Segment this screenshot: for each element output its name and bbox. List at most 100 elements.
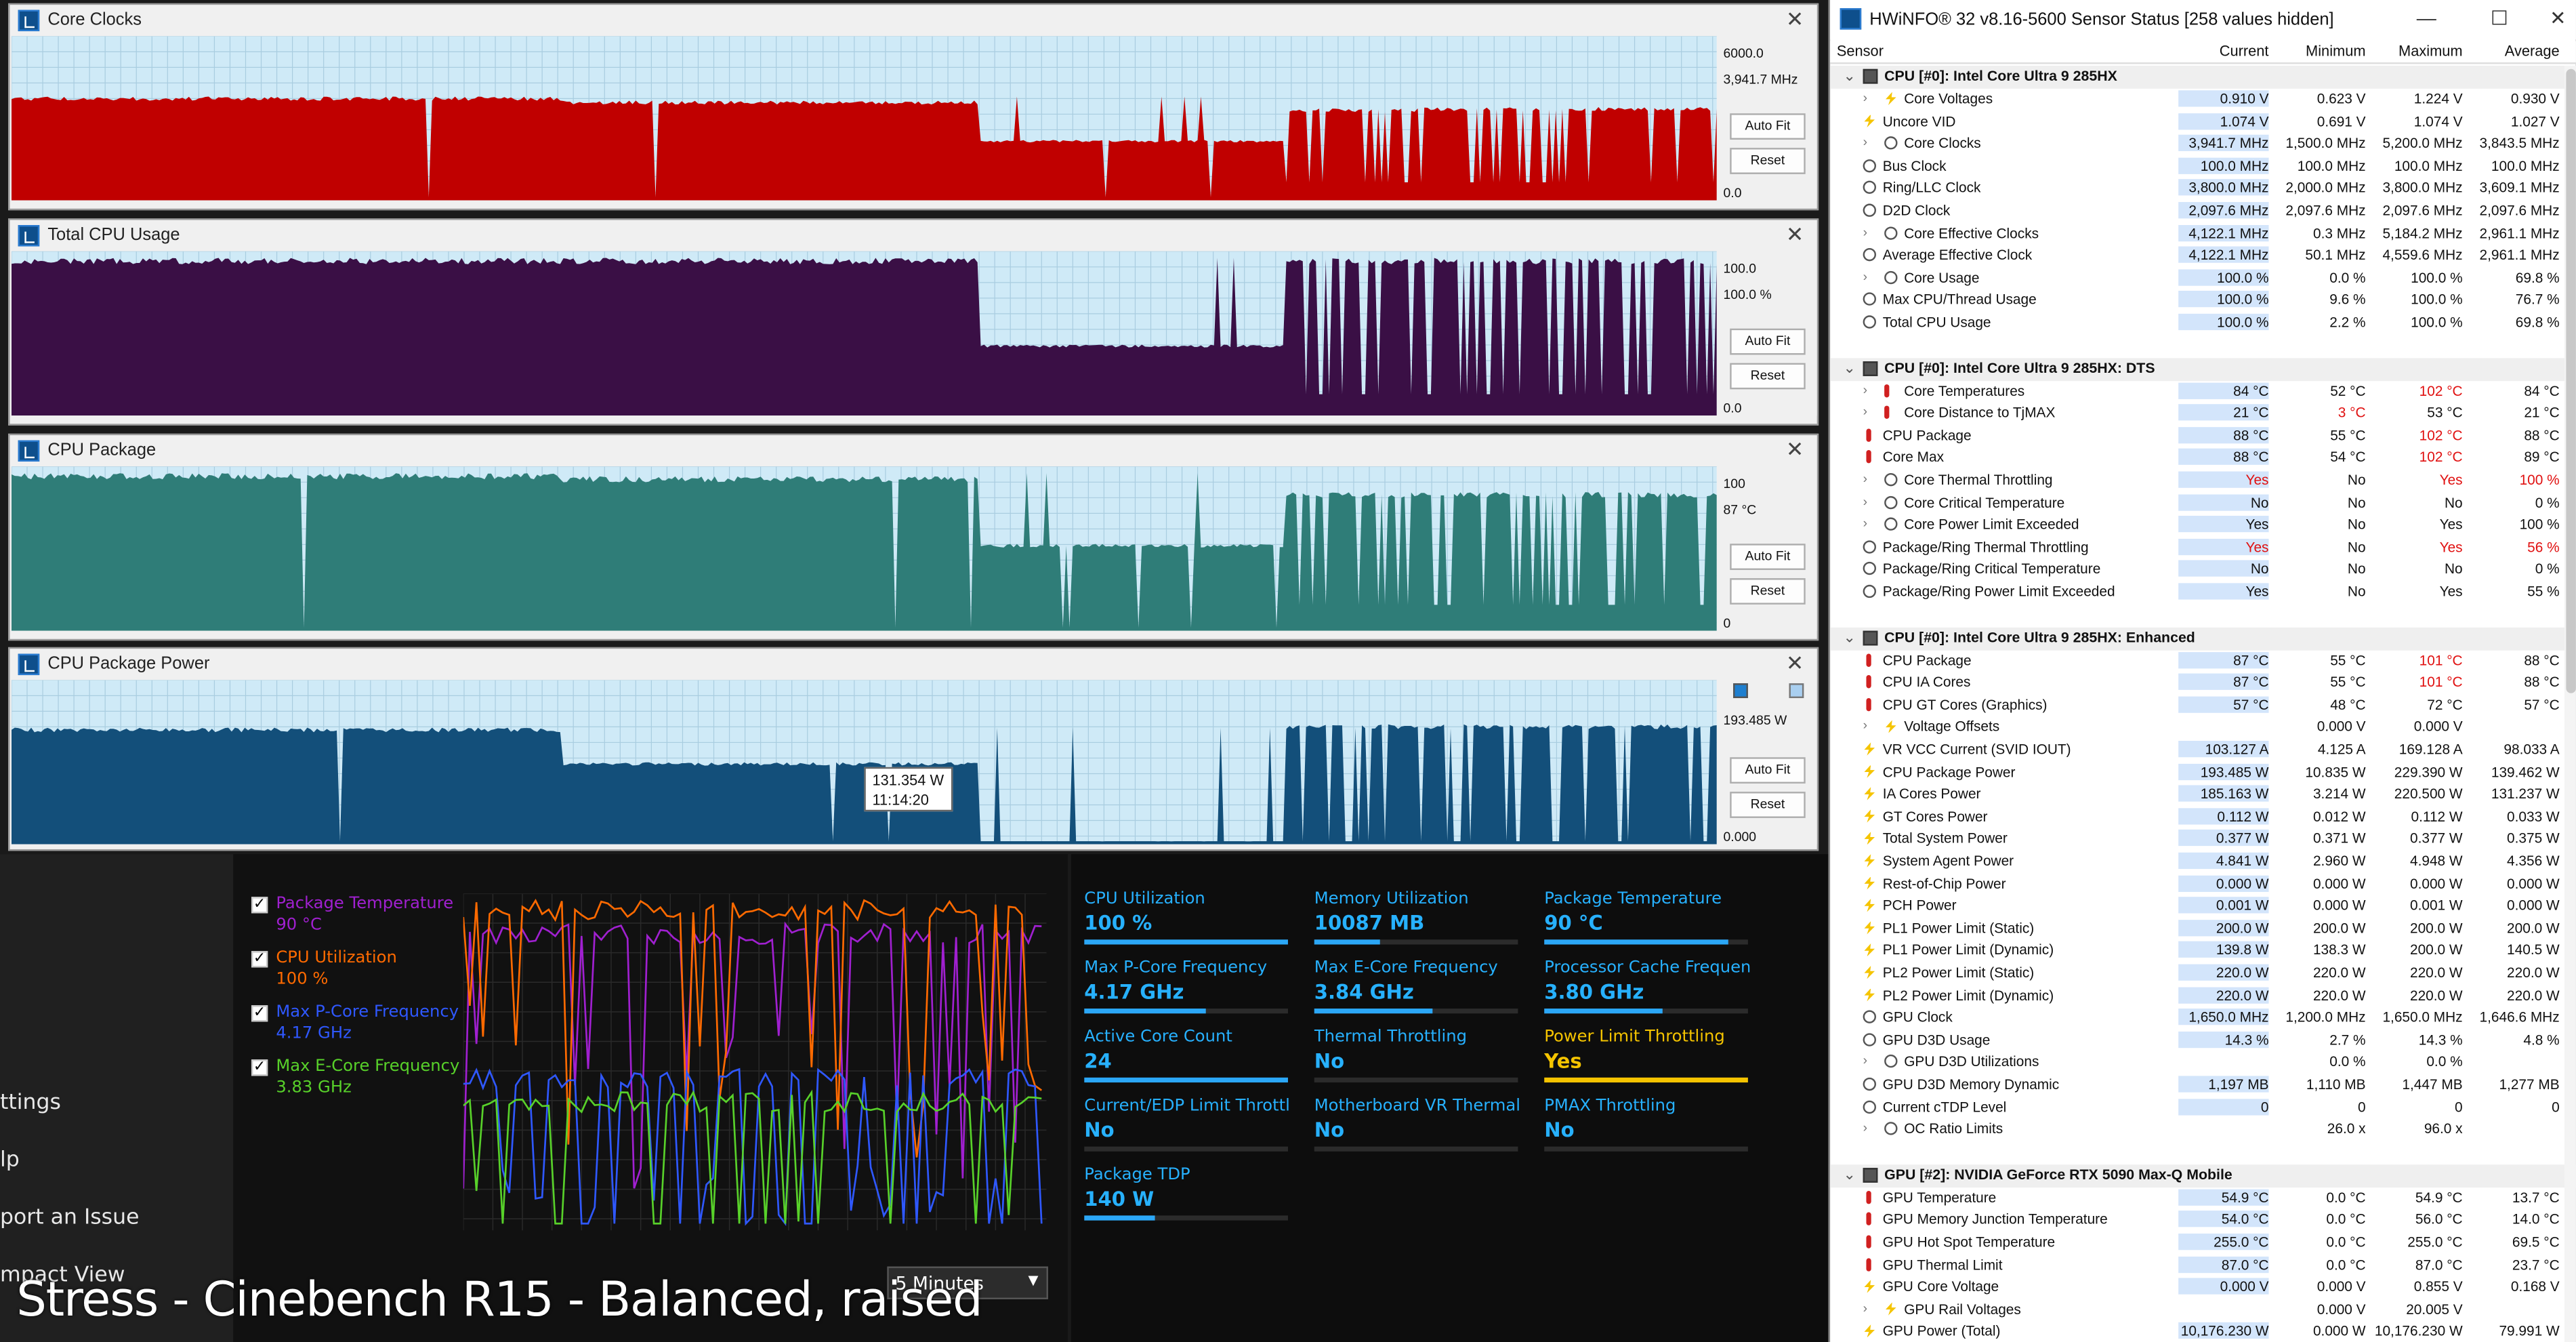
expand-icon[interactable]: › bbox=[1863, 1120, 1867, 1135]
sensor-row[interactable]: PL2 Power Limit (Static) 220.0 W 220.0 W 22… bbox=[1830, 962, 2576, 985]
graph-titlebar[interactable]: Total CPU Usage ✕ bbox=[9, 220, 1817, 251]
auto-fit-button[interactable]: Auto Fit bbox=[1730, 757, 1806, 784]
sensor-row[interactable]: Package/Ring Thermal Throttling Yes No Yes 5… bbox=[1830, 537, 2576, 559]
sensor-row[interactable]: GPU Power (Total) 10,176.230 W 0.000 W 10,1… bbox=[1830, 1321, 2576, 1342]
expand-icon[interactable]: › bbox=[1863, 405, 1867, 420]
sensor-row[interactable]: GPU Temperature 54.9 °C 0.0 °C 54.9 °C 13.7 … bbox=[1830, 1187, 2576, 1210]
reset-button[interactable]: Reset bbox=[1730, 363, 1806, 390]
expand-icon[interactable]: › bbox=[1863, 516, 1867, 531]
sensor-row[interactable]: › Core Distance to TjMAX 21 °C 3 °C 53 °C 21 … bbox=[1830, 403, 2576, 425]
sensor-row[interactable]: CPU IA Cores 87 °C 55 °C 101 °C 88 °C bbox=[1830, 672, 2576, 695]
sensor-row[interactable]: Current cTDP Level 0 0 0 0 bbox=[1830, 1097, 2576, 1119]
sensor-row[interactable]: Core Max 88 °C 54 °C 102 °C 89 °C bbox=[1830, 447, 2576, 470]
expand-icon[interactable]: › bbox=[1863, 472, 1867, 487]
expand-icon[interactable]: › bbox=[1863, 90, 1867, 105]
sensor-row[interactable]: IA Cores Power 185.163 W 3.214 W 220.500 W 1… bbox=[1830, 784, 2576, 806]
sensor-row[interactable]: › Core Power Limit Exceeded Yes No Yes 100 % bbox=[1830, 514, 2576, 537]
sensor-row[interactable]: Uncore VID 1.074 V 0.691 V 1.074 V 1.027 V bbox=[1830, 111, 2576, 134]
sensor-row[interactable]: PL1 Power Limit (Static) 200.0 W 200.0 W 20… bbox=[1830, 918, 2576, 940]
sensor-row[interactable]: GT Cores Power 0.112 W 0.012 W 0.112 W 0.033… bbox=[1830, 806, 2576, 828]
sensor-group-header[interactable]: ⌄ CPU [#0]: Intel Core Ultra 9 285HX bbox=[1830, 65, 2576, 89]
legend-checkbox[interactable]: ✓ bbox=[251, 897, 268, 914]
close-icon[interactable]: ✕ bbox=[1786, 437, 1804, 464]
legend-checkbox[interactable]: ✓ bbox=[251, 1059, 268, 1076]
sensor-row[interactable]: CPU GT Cores (Graphics) 57 °C 48 °C 72 °C 57… bbox=[1830, 695, 2576, 717]
sensor-row[interactable]: Total System Power 0.377 W 0.371 W 0.377 W 0… bbox=[1830, 828, 2576, 851]
graph-titlebar[interactable]: Core Clocks ✕ bbox=[9, 5, 1817, 37]
close-icon[interactable]: ✕ bbox=[1786, 7, 1804, 33]
sensor-row[interactable]: › Core Critical Temperature No No No 0 % bbox=[1830, 492, 2576, 514]
expand-icon[interactable]: › bbox=[1863, 493, 1867, 508]
auto-fit-button[interactable]: Auto Fit bbox=[1730, 113, 1806, 140]
sensor-row[interactable]: › Core Clocks 3,941.7 MHz 1,500.0 MHz 5,200.… bbox=[1830, 134, 2576, 156]
maximize-icon[interactable]: ☐ bbox=[2491, 7, 2508, 30]
sensor-row[interactable]: GPU Hot Spot Temperature 255.0 °C 0.0 °C 25… bbox=[1830, 1232, 2576, 1255]
column-sensor[interactable]: Sensor bbox=[1837, 43, 1884, 59]
auto-fit-button[interactable]: Auto Fit bbox=[1730, 328, 1806, 355]
sensor-row[interactable]: › Core Temperatures 84 °C 52 °C 102 °C 84 °C bbox=[1830, 380, 2576, 403]
sensor-row[interactable]: System Agent Power 4.841 W 2.960 W 4.948 W 4… bbox=[1830, 851, 2576, 873]
sensor-row[interactable]: Max CPU/Thread Usage 100.0 % 9.6 % 100.0 % 7… bbox=[1830, 289, 2576, 312]
column-maximum[interactable]: Maximum bbox=[2389, 43, 2463, 59]
sensor-row[interactable]: › Voltage Offsets 0.000 V 0.000 V bbox=[1830, 717, 2576, 739]
graph-titlebar[interactable]: CPU Package ✕ bbox=[9, 435, 1817, 467]
scrollbar-thumb[interactable] bbox=[2566, 68, 2576, 693]
sensor-row[interactable]: VR VCC Current (SVID IOUT) 103.127 A 4.125… bbox=[1830, 739, 2576, 762]
sensor-row[interactable]: Total CPU Usage 100.0 % 2.2 % 100.0 % 69.8 % bbox=[1830, 312, 2576, 334]
sensor-row[interactable]: Package/Ring Power Limit Exceeded Yes No Ye… bbox=[1830, 582, 2576, 604]
expand-icon[interactable]: › bbox=[1863, 224, 1867, 239]
expand-icon[interactable]: › bbox=[1863, 1053, 1867, 1068]
reset-button[interactable]: Reset bbox=[1730, 792, 1806, 818]
color-swatch[interactable] bbox=[1733, 683, 1748, 698]
reset-button[interactable]: Reset bbox=[1730, 578, 1806, 605]
sensor-row[interactable]: › GPU Rail Voltages 0.000 V 20.005 V bbox=[1830, 1299, 2576, 1321]
sensor-row[interactable]: CPU Package 88 °C 55 °C 102 °C 88 °C bbox=[1830, 425, 2576, 447]
sensor-row[interactable]: › Core Effective Clocks 4,122.1 MHz 0.3 MHz… bbox=[1830, 223, 2576, 245]
sensor-row[interactable]: CPU Package Power 193.485 W 10.835 W 229.39… bbox=[1830, 762, 2576, 784]
sensor-row[interactable]: GPU D3D Usage 14.3 % 2.7 % 14.3 % 4.8 % bbox=[1830, 1030, 2576, 1052]
sensor-row[interactable]: › Core Thermal Throttling Yes No Yes 100 % bbox=[1830, 470, 2576, 492]
menu-item-help[interactable]: lp bbox=[0, 1148, 20, 1173]
column-average[interactable]: Average bbox=[2487, 43, 2560, 59]
close-icon[interactable]: ✕ bbox=[2550, 7, 2566, 30]
sensor-row[interactable]: › OC Ratio Limits 26.0 x 96.0 x bbox=[1830, 1119, 2576, 1141]
sensor-row[interactable]: GPU Thermal Limit 87.0 °C 0.0 °C 87.0 °C 23.… bbox=[1830, 1255, 2576, 1277]
expand-icon[interactable]: › bbox=[1863, 382, 1867, 397]
collapse-icon[interactable]: ⌄ bbox=[1844, 1166, 1856, 1184]
sensor-row[interactable]: Average Effective Clock 4,122.1 MHz 50.1 M… bbox=[1830, 245, 2576, 268]
expand-icon[interactable]: › bbox=[1863, 1301, 1867, 1316]
expand-icon[interactable]: › bbox=[1863, 269, 1867, 284]
sensor-row[interactable]: Package/Ring Critical Temperature No No No 0… bbox=[1830, 559, 2576, 582]
sensor-row[interactable]: D2D Clock 2,097.6 MHz 2,097.6 MHz 2,097.6 M… bbox=[1830, 201, 2576, 223]
legend-checkbox[interactable]: ✓ bbox=[251, 1005, 268, 1022]
sensor-row[interactable]: Bus Clock 100.0 MHz 100.0 MHz 100.0 MHz 100.… bbox=[1830, 156, 2576, 178]
sensor-row[interactable]: CPU Package 87 °C 55 °C 101 °C 88 °C bbox=[1830, 650, 2576, 672]
legend-checkbox[interactable]: ✓ bbox=[251, 951, 268, 968]
column-minimum[interactable]: Minimum bbox=[2298, 43, 2366, 59]
sensor-row[interactable]: › GPU D3D Utilizations 0.0 % 0.0 % bbox=[1830, 1052, 2576, 1074]
sensor-group-header[interactable]: ⌄ CPU [#0]: Intel Core Ultra 9 285HX: DTS bbox=[1830, 357, 2576, 381]
sensor-row[interactable]: Ring/LLC Clock 3,800.0 MHz 2,000.0 MHz 3,80… bbox=[1830, 178, 2576, 201]
close-icon[interactable]: ✕ bbox=[1786, 222, 1804, 248]
sensor-group-header[interactable]: ⌄ CPU [#0]: Intel Core Ultra 9 285HX: Enh… bbox=[1830, 626, 2576, 650]
sensor-row[interactable]: › Core Voltages 0.910 V 0.623 V 1.224 V 0.930… bbox=[1830, 89, 2576, 111]
sensor-row[interactable]: GPU Clock 1,650.0 MHz 1,200.0 MHz 1,650.0 M… bbox=[1830, 1007, 2576, 1030]
sensor-row[interactable]: › Core Usage 100.0 % 0.0 % 100.0 % 69.8 % bbox=[1830, 268, 2576, 290]
sensor-row[interactable]: GPU D3D Memory Dynamic 1,197 MB 1,110 MB 1,… bbox=[1830, 1074, 2576, 1097]
sensor-row[interactable]: GPU Memory Junction Temperature 54.0 °C 0.… bbox=[1830, 1210, 2576, 1232]
sensor-row[interactable]: GPU Core Voltage 0.000 V 0.000 V 0.855 V 0.1… bbox=[1830, 1277, 2576, 1299]
sensor-row[interactable]: PCH Power 0.001 W 0.000 W 0.001 W 0.000 W bbox=[1830, 895, 2576, 918]
minimize-icon[interactable]: — bbox=[2417, 7, 2436, 30]
sensor-row[interactable]: PL1 Power Limit (Dynamic) 139.8 W 138.3 W 2… bbox=[1830, 940, 2576, 962]
collapse-icon[interactable]: ⌄ bbox=[1844, 628, 1856, 647]
expand-icon[interactable]: › bbox=[1863, 718, 1867, 733]
close-icon[interactable]: ✕ bbox=[1786, 651, 1804, 677]
color-swatch[interactable] bbox=[1789, 683, 1804, 698]
collapse-icon[interactable]: ⌄ bbox=[1844, 67, 1856, 85]
graph-titlebar[interactable]: CPU Package Power ✕ bbox=[9, 649, 1817, 680]
sensor-row[interactable]: Rest-of-Chip Power 0.000 W 0.000 W 0.000 W 0… bbox=[1830, 873, 2576, 895]
collapse-icon[interactable]: ⌄ bbox=[1844, 359, 1856, 378]
menu-item-settings[interactable]: ttings bbox=[0, 1091, 61, 1115]
auto-fit-button[interactable]: Auto Fit bbox=[1730, 544, 1806, 570]
sensor-row[interactable]: PL2 Power Limit (Dynamic) 220.0 W 220.0 W 2… bbox=[1830, 985, 2576, 1007]
